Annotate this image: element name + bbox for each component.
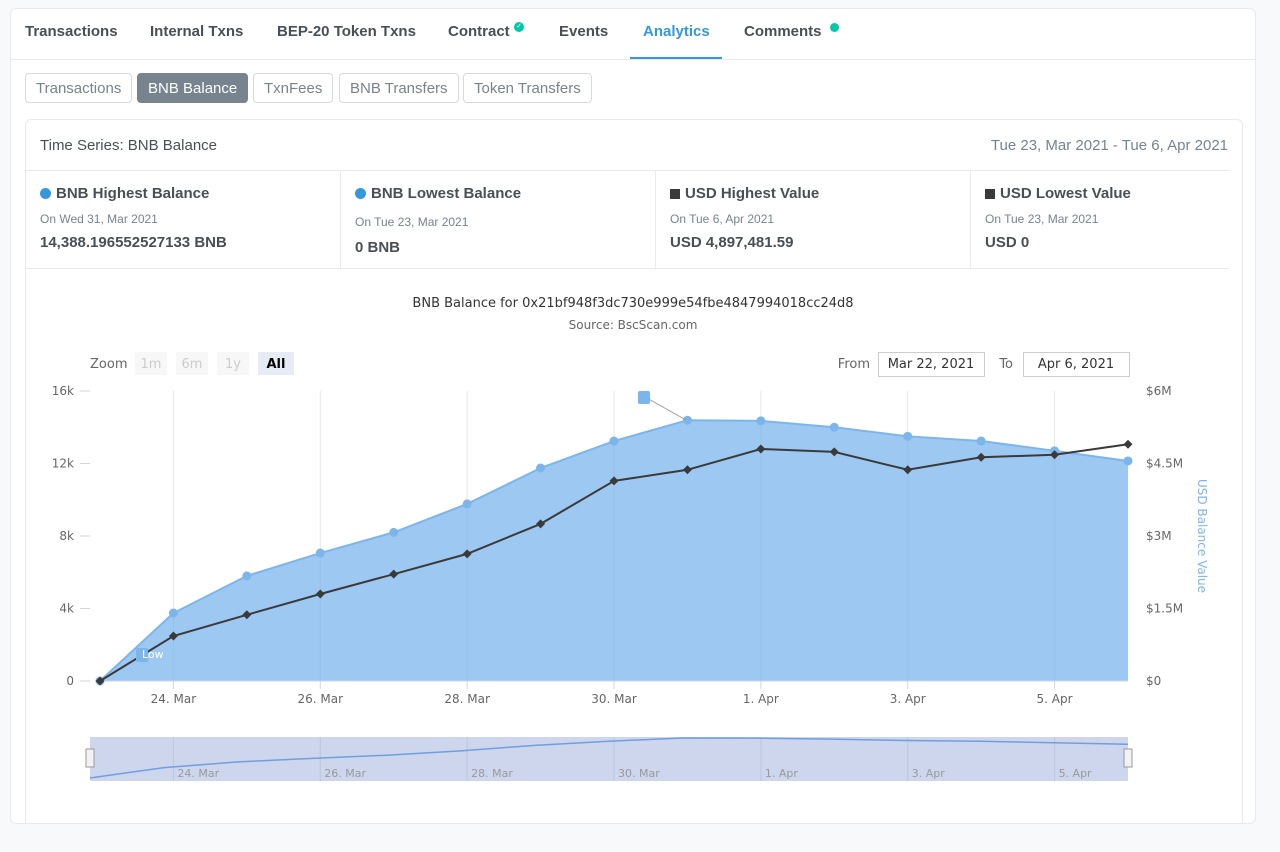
to-date-input[interactable]: Apr 6, 2021 bbox=[1023, 352, 1130, 377]
zoom-6m-button[interactable]: 6m bbox=[176, 352, 208, 375]
navigator-tick-label: 28. Mar bbox=[471, 767, 513, 780]
navigator-tick-label: 3. Apr bbox=[912, 767, 945, 780]
balance-point bbox=[976, 436, 986, 446]
balance-point bbox=[389, 527, 399, 537]
x-tick-label: 3. Apr bbox=[890, 692, 926, 706]
navigator-tick-label: 26. Mar bbox=[324, 767, 366, 780]
svg-text:Mar 22, 2021: Mar 22, 2021 bbox=[888, 357, 975, 372]
high-flag-connector bbox=[644, 396, 687, 421]
navigator-tick-label: 1. Apr bbox=[765, 767, 798, 780]
balance-point bbox=[829, 422, 839, 432]
svg-text:1y: 1y bbox=[225, 357, 241, 372]
balance-point bbox=[609, 436, 619, 446]
y-left-tick-label: 8k bbox=[59, 529, 74, 543]
navigator-tick-label: 30. Mar bbox=[618, 767, 660, 780]
x-tick-label: 28. Mar bbox=[444, 692, 490, 706]
zoom-1m-button[interactable]: 1m bbox=[135, 352, 167, 375]
navigator-mask bbox=[90, 737, 1128, 781]
y-left-tick-label: 12k bbox=[52, 457, 74, 471]
y-right-tick-label: $4.5M bbox=[1146, 457, 1183, 471]
from-label: From bbox=[838, 357, 870, 372]
balance-point bbox=[462, 499, 472, 509]
navigator-tick-label: 24. Mar bbox=[177, 767, 219, 780]
svg-text:6m: 6m bbox=[182, 357, 203, 372]
x-tick-label: 24. Mar bbox=[151, 692, 197, 706]
balance-point bbox=[242, 571, 252, 581]
y-right-tick-label: $1.5M bbox=[1146, 602, 1183, 616]
navigator-left-handle[interactable] bbox=[85, 748, 95, 768]
chart-title: BNB Balance for 0x21bf948f3dc730e999e54f… bbox=[412, 296, 853, 311]
svg-text:1m: 1m bbox=[141, 357, 162, 372]
y-right-tick-label: $3M bbox=[1146, 529, 1172, 543]
navigator[interactable]: 24. Mar 26. Mar 28. Mar 30. Mar 1. Apr 3. Apr… bbox=[85, 737, 1133, 781]
balance-point bbox=[315, 548, 325, 558]
navigator-right-handle[interactable] bbox=[1123, 748, 1133, 768]
zoom-all-button[interactable]: All bbox=[258, 352, 294, 375]
from-date-input[interactable]: Mar 22, 2021 bbox=[878, 352, 985, 377]
y-left-tick-label: 16k bbox=[52, 384, 74, 398]
right-axis-title: USD Balance Value bbox=[1195, 479, 1209, 593]
balance-point bbox=[536, 463, 546, 473]
balance-point bbox=[756, 416, 766, 426]
to-label: To bbox=[998, 357, 1013, 372]
x-tick-label: 5. Apr bbox=[1037, 692, 1073, 706]
svg-text:All: All bbox=[267, 357, 286, 372]
y-left-tick-label: 4k bbox=[59, 602, 74, 616]
balance-point bbox=[682, 415, 692, 425]
x-tick-label: 1. Apr bbox=[743, 692, 779, 706]
bnb-balance-chart: BNB Balance for 0x21bf948f3dc730e999e54f… bbox=[52, 296, 1209, 781]
y-left-tick-label: 0 bbox=[66, 674, 74, 688]
balance-point bbox=[903, 431, 913, 441]
zoom-1y-button[interactable]: 1y bbox=[217, 352, 249, 375]
y-right-tick-label: $6M bbox=[1146, 384, 1172, 398]
y-right-tick-label: $0 bbox=[1146, 674, 1161, 688]
svg-text:Apr 6, 2021: Apr 6, 2021 bbox=[1038, 357, 1114, 372]
x-tick-label: 30. Mar bbox=[591, 692, 637, 706]
zoom-label: Zoom bbox=[90, 357, 127, 372]
chart-subtitle: Source: BscScan.com bbox=[569, 318, 698, 332]
navigator-tick-label: 5. Apr bbox=[1059, 767, 1092, 780]
high-flag bbox=[638, 391, 650, 404]
x-tick-label: 26. Mar bbox=[298, 692, 344, 706]
balance-point bbox=[1123, 456, 1133, 466]
balance-point bbox=[168, 608, 178, 618]
usd-value-point bbox=[1123, 439, 1133, 449]
low-flag-label: Low bbox=[142, 648, 164, 661]
